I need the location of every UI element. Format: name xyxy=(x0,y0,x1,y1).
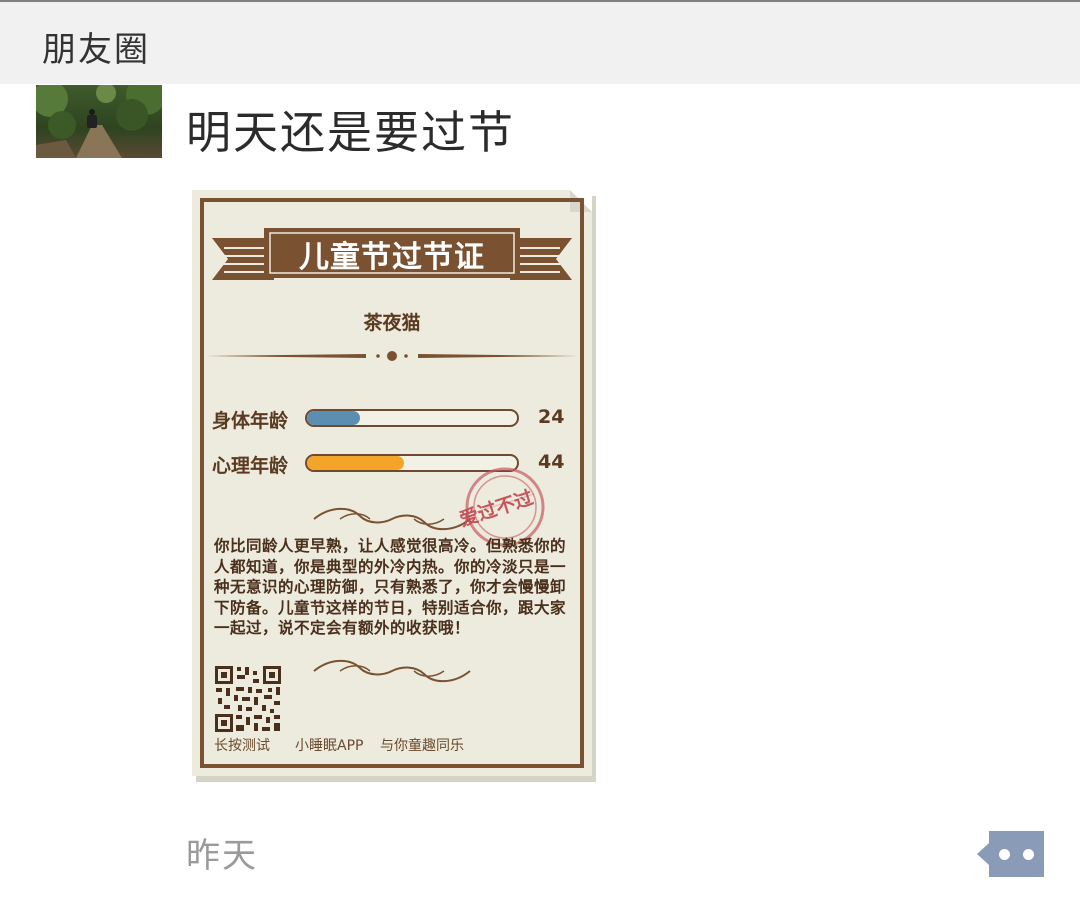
footer-left-text: 长按测试 xyxy=(214,738,270,754)
body-age-bar-fill xyxy=(307,411,360,425)
avatar-photo xyxy=(36,85,162,158)
footer-app-name: 小睡眠APP xyxy=(295,738,364,754)
body-age-bar xyxy=(305,409,519,427)
footer-slogan: 与你童趣同乐 xyxy=(380,738,464,754)
divider-ornament xyxy=(206,351,578,361)
flourish-ornament-top xyxy=(313,507,471,531)
top-bar: 朋友圈 xyxy=(0,0,1080,84)
page-title: 朋友圈 xyxy=(42,30,150,70)
flourish-ornament-bottom xyxy=(313,659,471,683)
body-age-label: 身体年龄 xyxy=(212,410,289,432)
comment-button[interactable] xyxy=(977,831,1044,877)
mind-age-label: 心理年龄 xyxy=(212,455,289,477)
certificate-description: 你比同龄人更早熟，让人感觉很高冷。但熟悉你的人都知道，你是典型的外冷内热。你的冷… xyxy=(214,537,567,637)
post-image[interactable]: 儿童节过节证 茶夜猫 身体年龄 24 心理年龄 44 爱过不过 你比同龄人更早熟… xyxy=(192,190,592,776)
comment-dot-right xyxy=(1023,849,1034,860)
qr-code[interactable] xyxy=(214,665,282,733)
post-text: 明天还是要过节 xyxy=(186,106,516,159)
mind-age-bar-fill xyxy=(307,456,404,470)
comment-button-arrow xyxy=(977,843,989,865)
comment-dots-icon xyxy=(989,831,1044,877)
certificate-title: 儿童节过节证 xyxy=(299,240,485,275)
body-age-value: 24 xyxy=(538,406,565,428)
certificate-name: 茶夜猫 xyxy=(363,312,421,334)
avatar[interactable] xyxy=(36,85,162,158)
post-timestamp: 昨天 xyxy=(186,836,258,876)
comment-dot-left xyxy=(999,849,1010,860)
